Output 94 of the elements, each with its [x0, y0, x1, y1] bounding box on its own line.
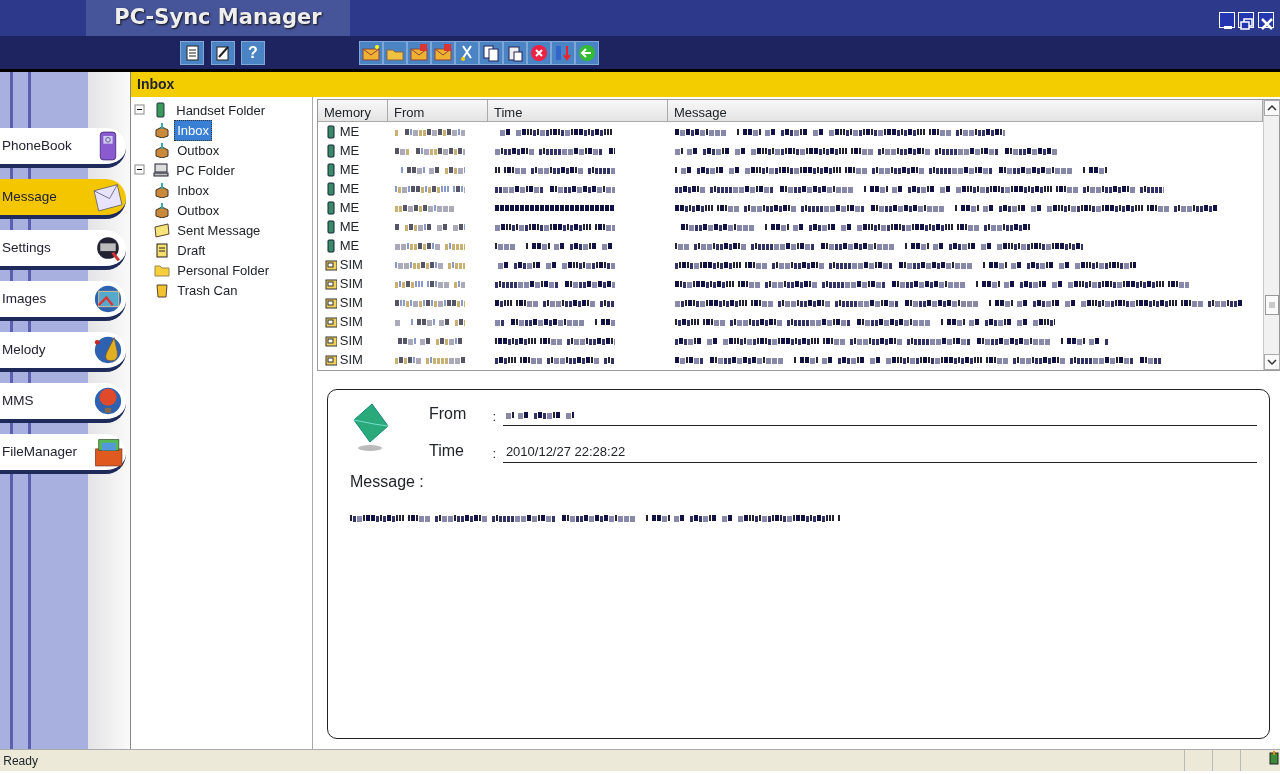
field-label: Message : [350, 472, 425, 492]
pixelated-text-drawing [394, 241, 465, 252]
table-cell-text: ME [339, 141, 360, 160]
tree-item[interactable]: Personal Folder [174, 259, 273, 281]
phone-icon [324, 219, 337, 234]
tree-item[interactable]: Inbox [174, 119, 213, 141]
box-icon [154, 182, 171, 199]
delete-icon [529, 42, 549, 63]
tree-item[interactable]: PC Folder [173, 159, 238, 181]
nav-tab[interactable]: PhoneBook [0, 128, 126, 168]
field-label: Time [429, 441, 465, 461]
paste-button[interactable] [503, 40, 527, 65]
sim-card-icon [324, 276, 337, 291]
column-header[interactable]: Memory [318, 100, 388, 122]
nav-tab[interactable]: Settings [0, 230, 126, 270]
pixelated-text-drawing [505, 410, 574, 421]
tree-item[interactable]: Sent Message [174, 219, 264, 241]
phone-icon [324, 124, 337, 139]
help-button[interactable]: ? [241, 40, 265, 65]
pixelated-text-drawing [394, 317, 465, 328]
column-header[interactable]: Message [668, 100, 1263, 122]
computer-icon [153, 162, 170, 179]
copy-button[interactable] [479, 40, 503, 65]
nav-tab[interactable]: Melody [0, 332, 126, 372]
transfer-button[interactable] [551, 40, 575, 65]
pixelated-text-drawing [394, 146, 465, 157]
phone-icon [324, 200, 337, 215]
nav-tab[interactable]: Message [0, 179, 126, 219]
pixelated-text-drawing [394, 127, 465, 138]
sim-card-icon [324, 295, 337, 310]
pixelated-text-drawing [394, 355, 465, 366]
table-cell-text: ME [339, 160, 360, 179]
box-icon [154, 202, 171, 219]
pixelated-text-drawing [394, 184, 465, 195]
separator: : [492, 407, 497, 426]
table-cell-text: ME [339, 179, 360, 198]
open-folder-button[interactable] [383, 40, 407, 65]
close-icon[interactable] [1258, 15, 1275, 32]
status-text: Ready [2, 752, 38, 770]
table-cell-text: SIM [339, 331, 363, 350]
copy-icon [481, 42, 501, 63]
trash-can-icon [154, 282, 171, 299]
phone-icon [324, 162, 337, 177]
delete-button[interactable] [527, 40, 551, 65]
table-cell-text: SIM [339, 274, 363, 293]
field-label: From [429, 404, 468, 424]
table-cell-text: ME [339, 122, 360, 141]
pixelated-text-drawing [394, 298, 465, 309]
new-page-button[interactable] [180, 40, 204, 65]
tree-item[interactable]: Outbox [174, 199, 223, 221]
table-cell-text: SIM [339, 293, 363, 312]
sim-card-icon [324, 314, 337, 329]
nav-tab[interactable]: Images [0, 281, 126, 321]
cut-button[interactable] [455, 40, 479, 65]
table-cell-text: ME [339, 236, 360, 255]
nav-tab[interactable]: MMS [0, 383, 126, 423]
sim-card-icon [324, 257, 337, 272]
edit-button[interactable] [210, 40, 235, 65]
pixelated-text-drawing [394, 279, 465, 290]
phone-icon [324, 181, 337, 196]
pixelated-text-drawing [394, 222, 465, 233]
note-icon [154, 242, 171, 259]
field-value: 2010/12/27 22:28:22 [505, 442, 626, 461]
pixelated-text-drawing [394, 260, 465, 271]
tree-item[interactable]: Outbox [174, 139, 223, 161]
table-cell-text: SIM [339, 350, 363, 369]
folder-icon [154, 262, 171, 279]
tree-item[interactable]: Draft [174, 239, 209, 261]
tree-item[interactable]: Trash Can [174, 279, 241, 301]
column-header[interactable]: Time [488, 100, 668, 122]
table-cell-text: SIM [339, 312, 363, 331]
back-button[interactable] [575, 40, 599, 65]
phone-icon [324, 238, 337, 253]
tree-item[interactable]: Inbox [174, 179, 213, 201]
column-header[interactable]: From [388, 100, 488, 122]
box-icon [154, 142, 171, 159]
scroll-down-icon[interactable] [1264, 354, 1280, 370]
phone-icon [324, 143, 337, 158]
scroll-up-icon[interactable] [1264, 100, 1280, 116]
folder-header: Inbox [131, 72, 1280, 97]
scroll-thumb[interactable] [1264, 295, 1280, 315]
sim-card-icon [324, 333, 337, 348]
collapse-icon[interactable] [134, 163, 148, 177]
table-cell-text: ME [339, 217, 360, 236]
table-cell-text: SIM [339, 255, 363, 274]
table-cell-text: ME [339, 198, 360, 217]
separator: : [492, 444, 497, 463]
tree-item[interactable]: Handset Folder [173, 99, 269, 121]
nav-tab[interactable]: FileManager [0, 434, 126, 474]
box-icon [154, 122, 171, 139]
sim-card-icon [324, 352, 337, 367]
collapse-icon[interactable] [134, 103, 148, 117]
restore-icon[interactable] [1239, 15, 1256, 32]
window-title: PC-Sync Manager [86, 0, 350, 36]
